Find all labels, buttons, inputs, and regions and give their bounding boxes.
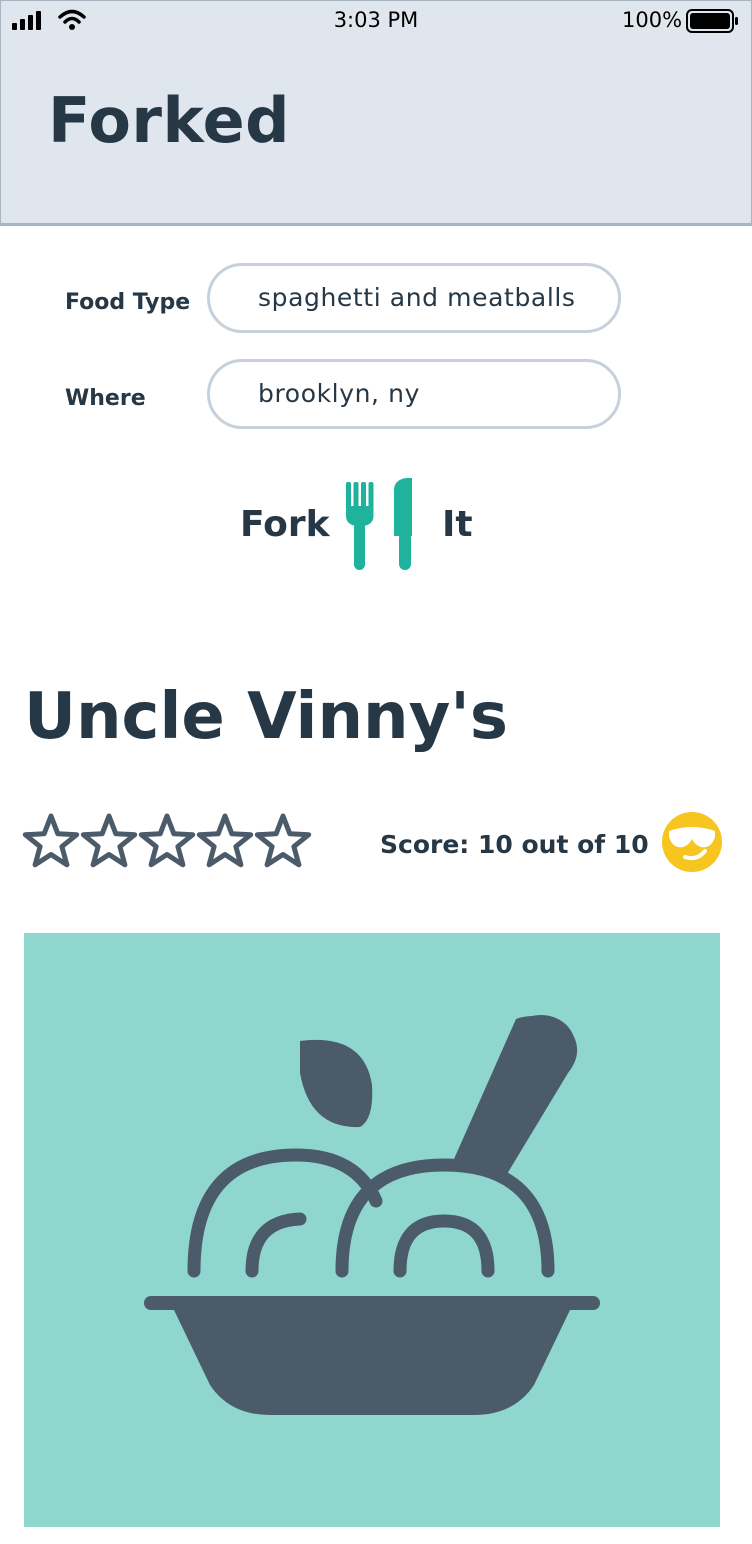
fork-it-label-it: It — [442, 504, 473, 545]
fork-knife-icon — [346, 478, 412, 570]
star-icon[interactable] — [22, 813, 80, 868]
food-type-label: Food Type — [65, 290, 191, 315]
food-type-input[interactable]: spaghetti and meatballs — [207, 263, 621, 333]
star-icon[interactable] — [80, 813, 138, 868]
star-icon[interactable] — [138, 813, 196, 868]
app-title: Forked — [48, 84, 291, 157]
star-icon[interactable] — [254, 813, 312, 868]
battery-icon — [686, 9, 738, 33]
cool-sunglasses-emoji-icon — [662, 812, 722, 872]
score-text: Score: 10 out of 10 — [380, 830, 649, 859]
battery-percent: 100% — [622, 8, 683, 32]
fork-it-button[interactable]: Fork It — [0, 474, 752, 574]
restaurant-name: Uncle Vinny's — [24, 680, 508, 754]
star-rating[interactable] — [22, 810, 317, 872]
pasta-bowl-icon — [144, 1015, 600, 1415]
status-bar: 3:03 PM 100% — [0, 0, 752, 42]
fork-it-label-fork: Fork — [240, 504, 330, 545]
where-input[interactable]: brooklyn, ny — [207, 359, 621, 429]
restaurant-photo — [24, 933, 720, 1527]
star-icon[interactable] — [196, 813, 254, 868]
where-label: Where — [65, 386, 146, 411]
